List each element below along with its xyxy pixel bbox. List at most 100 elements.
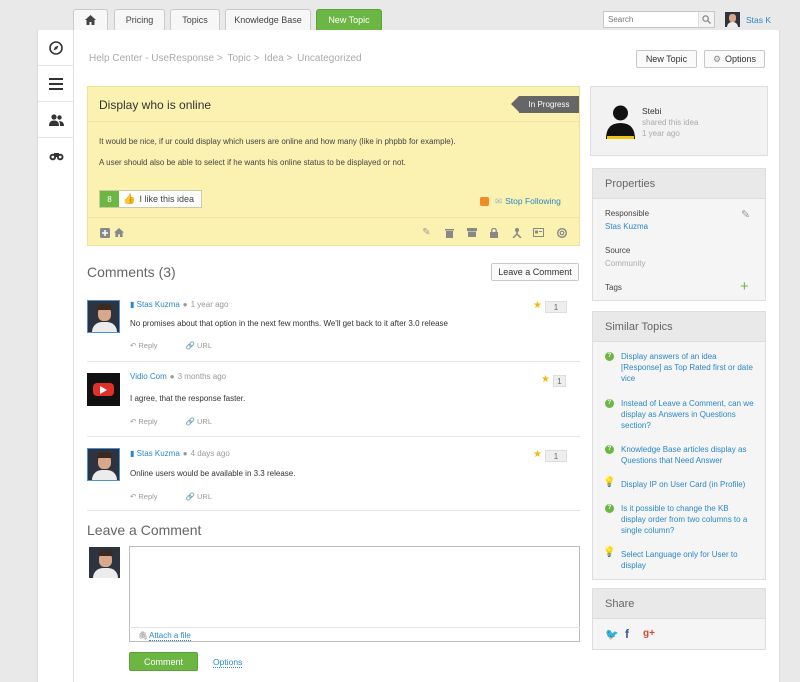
avatar[interactable] (87, 373, 120, 406)
sidebar-item-list[interactable] (38, 66, 74, 102)
question-icon: ? (605, 445, 614, 454)
home-icon (85, 15, 96, 25)
comment-text: I agree, that the response faster. (130, 394, 246, 403)
author-action: shared this idea (642, 118, 699, 127)
tab-topics[interactable]: Topics (170, 9, 220, 30)
author-avatar[interactable] (605, 103, 636, 139)
tab-pricing[interactable]: Pricing (114, 9, 165, 30)
question-icon: ? (605, 504, 614, 513)
idea-paragraph-1: It would be nice, if ur could display wh… (99, 137, 456, 146)
comment-author[interactable]: Stas Kuzma (137, 449, 180, 458)
rating-count: 1 (553, 375, 566, 387)
status-badge: In Progress (511, 96, 579, 113)
twitter-icon[interactable]: 🐦 (605, 628, 619, 641)
thumbs-up-icon: 👍 (123, 193, 136, 205)
home-icon[interactable] (113, 227, 124, 238)
trash-icon[interactable] (444, 227, 455, 238)
facebook-icon[interactable]: f (625, 627, 629, 641)
search-input[interactable] (604, 12, 698, 27)
stop-following-link[interactable]: ✉ Stop Following (495, 196, 561, 207)
compass-icon (49, 40, 63, 55)
list-item[interactable]: ? Knowledge Base articles display as Ques… (605, 444, 755, 466)
tab-knowledge-base[interactable]: Knowledge Base (225, 9, 311, 30)
card-icon[interactable] (533, 227, 544, 238)
author-name[interactable]: Stebi (642, 106, 661, 116)
sidebar-item-monitor[interactable] (38, 138, 74, 174)
similar-topics-title: Similar Topics (593, 312, 765, 342)
google-plus-icon[interactable]: g+ (643, 628, 655, 639)
leave-comment-button[interactable]: Leave a Comment (491, 263, 579, 281)
breadcrumb-help-center[interactable]: Help Center - UseResponse (89, 53, 214, 64)
like-button[interactable]: 8 👍 I like this idea (99, 190, 202, 208)
leave-comment-title: Leave a Comment (87, 522, 202, 538)
url-link[interactable]: 🔗 URL (186, 417, 226, 426)
new-topic-button[interactable]: New Topic (636, 50, 697, 68)
sidebar-item-explore[interactable] (38, 30, 74, 66)
user-avatar[interactable] (725, 12, 740, 27)
star-icon[interactable]: ★ (533, 300, 542, 311)
comment-time: 1 year ago (190, 300, 229, 309)
comment-options-link[interactable]: Options (213, 657, 243, 668)
lock-icon[interactable] (488, 227, 499, 238)
list-item[interactable]: 💡 Display IP on User Card (in Profile) (603, 477, 755, 490)
comment-author[interactable]: Stas Kuzma (137, 300, 180, 309)
add-icon[interactable] (99, 227, 110, 238)
pencil-icon[interactable]: ✎ (741, 208, 750, 221)
sidebar-item-users[interactable] (38, 102, 74, 138)
list-item[interactable]: ? Instead of Leave a Comment, can we disp… (605, 398, 755, 431)
submit-comment-button[interactable]: Comment (129, 652, 198, 671)
list-item[interactable]: ? Display answers of an idea [Response] a… (605, 351, 755, 384)
menu-icon (49, 77, 63, 90)
breadcrumb-uncategorized[interactable]: Uncategorized (297, 53, 361, 64)
idea-toolbar (88, 217, 579, 246)
share-panel: Share 🐦 f g+ (592, 588, 766, 650)
comments-title: Comments (3) (87, 264, 176, 280)
rating-count: 1 (545, 301, 567, 313)
add-tag-icon[interactable]: + (740, 278, 749, 295)
breadcrumb-topic[interactable]: Topic (227, 53, 250, 64)
avatar[interactable] (87, 448, 120, 481)
attach-file-link[interactable]: Attach a file (149, 631, 191, 641)
user-name-link[interactable]: Stas K (746, 15, 771, 25)
url-link[interactable]: 🔗 URL (186, 341, 226, 350)
comment-item: Vidio Com ● 3 months ago I agree, that the… (87, 364, 580, 437)
idea-title: Display who is online (99, 98, 212, 112)
responsible-link[interactable]: Stas Kuzma (605, 222, 648, 231)
pencil-icon[interactable]: ✎ (421, 227, 432, 238)
reply-link[interactable]: ↶ Reply (130, 417, 172, 426)
comment-time: 4 days ago (190, 449, 230, 458)
paperclip-icon: 🖇 (138, 631, 149, 640)
rss-icon[interactable] (480, 197, 489, 206)
reply-link[interactable]: ↶ Reply (130, 492, 172, 501)
merge-icon[interactable] (511, 227, 522, 238)
options-button[interactable]: ⚙ Options (704, 50, 765, 68)
comment-text: No promises about that option in the nex… (130, 319, 448, 328)
avatar[interactable] (87, 300, 120, 333)
bulb-icon: 💡 (603, 547, 616, 558)
reply-link[interactable]: ↶ Reply (130, 341, 172, 350)
share-title: Share (593, 589, 765, 619)
question-icon: ? (605, 399, 614, 408)
comment-author[interactable]: Vidio Com (130, 372, 167, 381)
comment-text: Online users would be available in 3.3 r… (130, 469, 296, 478)
breadcrumb: Help Center - UseResponse > Topic > Idea… (89, 53, 362, 64)
search-button[interactable] (698, 12, 714, 27)
gear-icon: ⚙ (712, 53, 722, 64)
url-link[interactable]: 🔗 URL (186, 492, 226, 501)
archive-icon[interactable] (466, 227, 477, 238)
similar-topics-panel: Similar Topics ? Display answers of an id… (592, 311, 766, 580)
home-tab[interactable] (73, 9, 108, 30)
tab-new-topic[interactable]: New Topic (316, 9, 382, 30)
search-box (603, 11, 715, 28)
envelope-icon: ✉ (495, 196, 503, 206)
book-icon: ▮ (130, 449, 135, 458)
star-icon[interactable]: ★ (533, 449, 542, 460)
star-icon[interactable]: ★ (541, 374, 550, 385)
list-item[interactable]: 💡 Select Language only for User to displa… (603, 547, 755, 571)
binoculars-icon (49, 153, 63, 161)
lifebuoy-icon[interactable] (556, 227, 567, 238)
idea-card: Display who is online In Progress It wou… (87, 86, 580, 246)
breadcrumb-idea[interactable]: Idea (264, 53, 283, 64)
list-item[interactable]: ? Is it possible to change the KB display… (605, 503, 755, 536)
properties-panel: Properties Responsible Stas Kuzma ✎ Sour… (592, 168, 766, 301)
